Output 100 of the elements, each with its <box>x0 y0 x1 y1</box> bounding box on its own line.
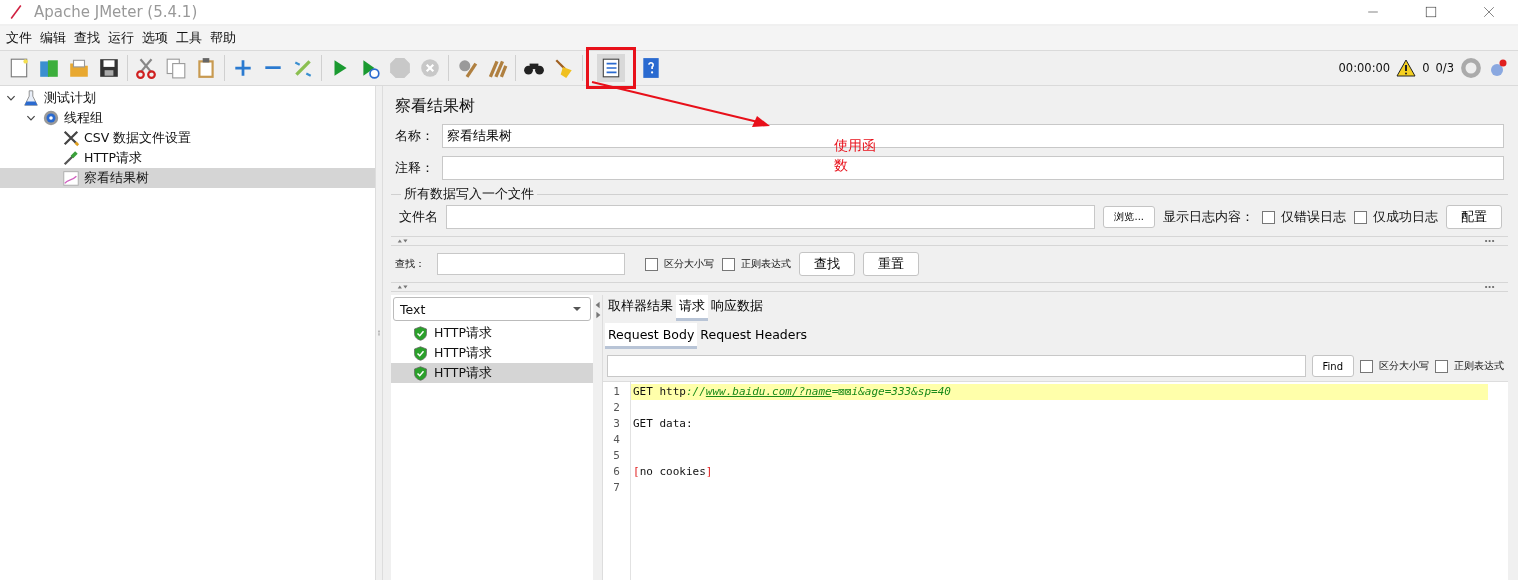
close-icon <box>1483 6 1495 18</box>
tools-icon <box>62 129 80 147</box>
tab[interactable]: 取样器结果 <box>605 295 676 321</box>
save-icon <box>98 57 120 79</box>
search-field[interactable] <box>437 253 625 275</box>
feather-icon <box>8 4 24 20</box>
shield-check-icon <box>413 325 428 341</box>
result-item[interactable]: HTTP请求 <box>391 343 593 363</box>
tab[interactable]: 请求 <box>676 295 708 321</box>
result-label: HTTP请求 <box>434 344 492 362</box>
code-line: [no cookies] <box>632 464 714 480</box>
comment-field[interactable] <box>442 156 1504 180</box>
search-button[interactable]: 查找 <box>799 252 855 276</box>
toggle-icon <box>292 57 314 79</box>
right-arrow-icon <box>593 311 602 319</box>
warning-icon <box>1396 58 1417 78</box>
menu-item[interactable]: 选项 <box>138 29 172 47</box>
line-number: 5 <box>612 448 621 464</box>
checkbox[interactable] <box>1262 210 1275 224</box>
browse-button[interactable]: 浏览... <box>1103 206 1155 228</box>
new-file-icon <box>8 57 30 79</box>
checkbox[interactable] <box>645 257 658 271</box>
toolbar-button[interactable] <box>597 54 625 82</box>
group-title: 所有数据写入一个文件 <box>403 186 535 203</box>
line-number: 4 <box>612 432 621 448</box>
line-number: 1 <box>612 384 621 400</box>
copy-icon <box>165 57 187 79</box>
tree-label: 线程组 <box>64 109 103 127</box>
warning-count: 0 <box>1422 61 1430 75</box>
menu-item[interactable]: 运行 <box>104 29 138 47</box>
menu-item[interactable]: 编辑 <box>36 29 70 47</box>
config-button[interactable]: 配置 <box>1446 205 1502 229</box>
grip-icon <box>376 329 382 337</box>
line-number: 3 <box>612 416 621 432</box>
tree-label: 察看结果树 <box>84 169 149 187</box>
panel-title: 察看结果树 <box>395 96 475 117</box>
checkbox[interactable] <box>722 257 735 271</box>
result-label: HTTP请求 <box>434 324 492 342</box>
maximize-icon <box>1425 6 1437 18</box>
field-label: 注释： <box>395 159 434 177</box>
checkbox-label: 区分大小写 <box>1379 359 1429 373</box>
tree-label: CSV 数据文件设置 <box>84 129 192 147</box>
function-list-icon <box>600 57 622 79</box>
tree-item[interactable]: CSV 数据文件设置 <box>0 128 375 148</box>
shutdown-icon <box>419 57 441 79</box>
shield-check-icon <box>413 345 428 361</box>
checkbox-label: 正则表达式 <box>1454 359 1504 373</box>
checkbox-label: 仅成功日志 <box>1373 208 1438 226</box>
line-number: 6 <box>612 464 621 480</box>
field-label: 查找： <box>395 257 425 271</box>
thread-count: 0/3 <box>1435 61 1454 75</box>
checkbox-label: 区分大小写 <box>664 257 714 271</box>
tab[interactable]: Request Headers <box>697 323 811 349</box>
checkbox-label: 仅错误日志 <box>1281 208 1346 226</box>
chart-icon <box>62 169 80 187</box>
open-folder-icon <box>68 57 90 79</box>
tree-item[interactable]: 察看结果树 <box>0 168 375 188</box>
tree-label: HTTP请求 <box>84 149 142 167</box>
minus-icon <box>262 66 284 70</box>
renderer-dropdown[interactable]: Text <box>393 297 591 321</box>
tab[interactable]: Request Body <box>605 323 698 349</box>
caret-icon <box>572 304 582 314</box>
plus-icon <box>232 57 254 79</box>
clipboard-icon <box>195 57 217 79</box>
field-label: 显示日志内容： <box>1163 208 1254 226</box>
menu-item[interactable]: 文件 <box>2 29 36 47</box>
result-label: HTTP请求 <box>434 364 492 382</box>
templates-icon <box>38 57 60 79</box>
checkbox-label: 正则表达式 <box>741 257 791 271</box>
tab[interactable]: 响应数据 <box>708 295 766 321</box>
tree-item[interactable]: 测试计划 <box>0 88 375 108</box>
find-field[interactable] <box>607 355 1306 377</box>
window-title: Apache JMeter (5.4.1) <box>34 3 198 21</box>
filename-field[interactable] <box>446 205 1096 229</box>
field-label: 名称： <box>395 127 434 145</box>
line-number: 7 <box>612 480 621 496</box>
tree-item[interactable]: 线程组 <box>0 108 375 128</box>
field-label: 文件名 <box>399 208 438 226</box>
left-arrow-icon <box>593 301 602 309</box>
result-item[interactable]: HTTP请求 <box>391 363 593 383</box>
flask-icon <box>22 89 40 107</box>
find-button[interactable]: Find <box>1311 355 1354 377</box>
menu-item[interactable]: 查找 <box>70 29 104 47</box>
menu-item[interactable]: 工具 <box>172 29 206 47</box>
elapsed-time: 00:00:00 <box>1338 61 1391 75</box>
search-button[interactable]: 重置 <box>863 252 919 276</box>
clear-icon <box>456 57 478 79</box>
code-line: GET data: <box>632 416 694 432</box>
checkbox[interactable] <box>1435 359 1448 373</box>
tree-label: 测试计划 <box>44 89 96 107</box>
help-icon <box>640 57 662 79</box>
line-number: 2 <box>612 400 621 416</box>
checkbox[interactable] <box>1354 210 1367 224</box>
scissors-icon <box>135 57 157 79</box>
result-item[interactable]: HTTP请求 <box>391 323 593 343</box>
dropper-icon <box>62 149 80 167</box>
shield-check-icon <box>413 365 428 381</box>
tree-item[interactable]: HTTP请求 <box>0 148 375 168</box>
menu-item[interactable]: 帮助 <box>206 29 240 47</box>
checkbox[interactable] <box>1360 359 1373 373</box>
